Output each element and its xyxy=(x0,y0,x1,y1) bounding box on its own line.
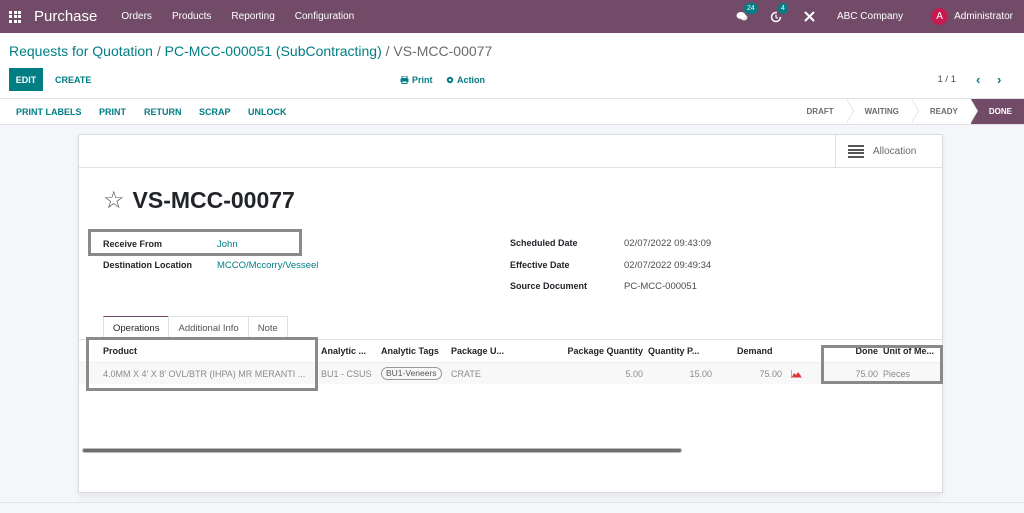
action-label: Action xyxy=(457,74,485,85)
highlight-box-receive-from xyxy=(88,229,302,256)
notebook-tabs: Operations Additional Info Note xyxy=(103,316,288,339)
highlight-box-product xyxy=(86,337,318,391)
cell-quantity-per: 15.00 xyxy=(689,368,712,379)
action-dropdown[interactable]: Action xyxy=(446,68,485,91)
tab-note[interactable]: Note xyxy=(247,316,288,339)
apps-grid-icon[interactable] xyxy=(9,10,23,23)
bottom-divider xyxy=(0,502,1024,503)
breadcrumb: Requests for Quotation / PC-MCC-000051 (… xyxy=(9,43,492,59)
stage-draft: DRAFT xyxy=(795,99,854,124)
pager-value[interactable]: 1 / 1 xyxy=(938,68,957,91)
messages-count-badge: 24 xyxy=(743,3,758,14)
menu-orders[interactable]: Orders xyxy=(121,11,152,22)
breadcrumb-rfq[interactable]: Requests for Quotation xyxy=(9,43,153,59)
pager-previous-button[interactable]: ‹ xyxy=(976,68,980,91)
destination-location-value[interactable]: MCCO/Mccorry/Vesseel xyxy=(217,260,318,271)
top-navbar: Purchase Orders Products Reporting Confi… xyxy=(0,0,1024,33)
effective-date-value: 02/07/2022 09:49:34 xyxy=(624,260,712,271)
cell-analytic-account: BU1 - CSUS xyxy=(321,368,372,379)
gear-icon xyxy=(446,76,454,83)
company-switcher[interactable]: ABC Company xyxy=(837,11,903,22)
scrap-button[interactable]: SCRAP xyxy=(199,99,231,124)
source-document-value: PC-MCC-000051 xyxy=(624,281,697,292)
column-header-analytic-tags[interactable]: Analytic Tags xyxy=(381,340,439,362)
record-title: VS-MCC-00077 xyxy=(132,187,295,213)
app-name[interactable]: Purchase xyxy=(34,8,97,25)
stage-waiting: WAITING xyxy=(847,99,920,124)
smart-button-box: Allocation xyxy=(79,135,942,168)
cell-package-quantity: 5.00 xyxy=(625,368,643,379)
debug-tools-button[interactable] xyxy=(804,11,815,22)
status-stages: DRAFT WAITING READY DONE xyxy=(795,99,1024,124)
destination-location-label: Destination Location xyxy=(103,260,193,270)
create-button[interactable]: CREATE xyxy=(55,68,91,91)
column-header-package-unit[interactable]: Package U... xyxy=(451,340,504,362)
print-label: Print xyxy=(412,74,433,85)
stage-done: DONE xyxy=(970,99,1024,124)
pager-next-button[interactable]: › xyxy=(997,68,1001,91)
print-button[interactable]: PRINT xyxy=(99,99,126,124)
activities-button[interactable]: 4 xyxy=(770,2,788,23)
column-header-analytic-account[interactable]: Analytic ... xyxy=(321,340,366,362)
tab-additional-info[interactable]: Additional Info xyxy=(168,316,249,339)
forecast-report-button[interactable] xyxy=(791,363,802,384)
star-icon[interactable]: ☆ xyxy=(103,188,125,213)
print-labels-button[interactable]: PRINT LABELS xyxy=(16,99,82,124)
allocation-button[interactable]: Allocation xyxy=(835,135,942,168)
scheduled-date-label: Scheduled Date xyxy=(510,238,578,248)
effective-date-label: Effective Date xyxy=(510,260,570,270)
column-header-demand[interactable]: Demand xyxy=(737,340,773,362)
menu-reporting[interactable]: Reporting xyxy=(231,11,274,22)
print-dropdown[interactable]: Print xyxy=(400,68,433,91)
breadcrumb-current: VS-MCC-00077 xyxy=(393,43,493,59)
horizontal-scrollbar[interactable] xyxy=(82,448,682,453)
form-sheet: Allocation ☆ VS-MCC-00077 Receive From J… xyxy=(78,134,943,493)
column-header-quantity-per[interactable]: Quantity P... xyxy=(648,340,699,362)
analytic-tag-pill: BU1-Veneers xyxy=(381,367,442,380)
highlight-box-done-uom xyxy=(821,345,943,384)
source-document-label: Source Document xyxy=(510,281,588,291)
unlock-button[interactable]: UNLOCK xyxy=(248,99,287,124)
activities-count-badge: 4 xyxy=(777,2,788,14)
column-header-package-quantity[interactable]: Package Quantity xyxy=(539,340,643,362)
record-title-row: ☆ VS-MCC-00077 xyxy=(103,187,295,214)
control-panel: Requests for Quotation / PC-MCC-000051 (… xyxy=(0,33,1024,99)
menu-configuration[interactable]: Configuration xyxy=(295,11,354,22)
breadcrumb-purchase-order[interactable]: PC-MCC-000051 (SubContracting) xyxy=(165,43,382,59)
breadcrumb-separator: / xyxy=(156,43,161,59)
tab-operations[interactable]: Operations xyxy=(103,316,170,339)
scheduled-date-value: 02/07/2022 09:43:09 xyxy=(624,238,712,249)
statusbar: PRINT LABELS PRINT RETURN SCRAP UNLOCK D… xyxy=(0,99,1024,125)
menu-products[interactable]: Products xyxy=(172,11,211,22)
messages-button[interactable]: 24 xyxy=(736,3,758,22)
tools-icon xyxy=(804,11,815,22)
allocation-label: Allocation xyxy=(873,146,917,157)
cell-demand: 75.00 xyxy=(759,368,782,379)
user-menu[interactable]: Administrator xyxy=(954,11,1013,22)
area-chart-icon xyxy=(791,369,802,378)
list-icon xyxy=(848,145,864,158)
user-avatar[interactable]: A xyxy=(931,8,949,25)
breadcrumb-separator: / xyxy=(385,43,390,59)
stage-ready: READY xyxy=(912,99,978,124)
cell-package-unit: CRATE xyxy=(451,368,481,379)
printer-icon xyxy=(400,75,409,84)
edit-button[interactable]: EDIT xyxy=(9,68,43,91)
return-button[interactable]: RETURN xyxy=(144,99,182,124)
